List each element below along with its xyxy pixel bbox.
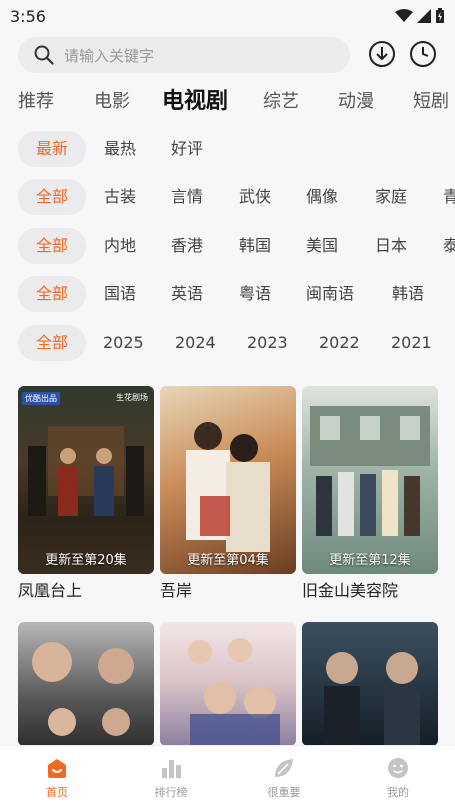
poster-card[interactable] [302,622,438,746]
filter-language-mandarin[interactable]: 国语 [104,276,136,312]
filter-year-all[interactable]: 全部 [18,325,86,361]
poster-image [188,638,280,746]
filter-region-thailand[interactable]: 泰 [443,228,455,264]
episode-badge: 更新至第12集 [329,553,411,568]
face-icon [388,758,408,778]
nav-ranking-label: 排行榜 [154,786,188,799]
poster-card[interactable]: 更新至第12集 [302,386,438,574]
filter-year-2022[interactable]: 2022 [319,325,360,361]
filter-language-english[interactable]: 英语 [171,276,203,312]
poster-image [324,652,420,746]
download-icon [369,41,395,67]
signal-icon [417,9,431,23]
filter-language-cantonese[interactable]: 粤语 [239,276,271,312]
filter-genre-costume[interactable]: 古装 [104,179,136,215]
poster-image [28,426,144,516]
filter-language-minnan[interactable]: 闽南语 [306,276,354,312]
filter-genre-all[interactable]: 全部 [18,179,86,215]
search-row: 请输入关键字 [18,36,438,74]
status-icons [395,8,445,24]
poster-title[interactable]: 吾岸 [160,577,192,601]
poster-title[interactable]: 凤凰台上 [18,577,82,601]
filter-region-japan[interactable]: 日本 [375,228,407,264]
status-bar: 3:56 [0,0,455,32]
filter-language-all[interactable]: 全部 [18,276,86,312]
filter-year-2023[interactable]: 2023 [247,325,288,361]
episode-badge: 更新至第20集 [45,553,127,568]
poster-card[interactable] [18,622,154,746]
poster-image [310,406,430,536]
filter-year-2021[interactable]: 2021 [391,325,432,361]
poster-card[interactable]: 更新至第04集 [160,386,296,574]
nav-important-label: 很重要 [267,786,301,799]
year-filter-row: 全部 2025 2024 2023 2022 2021 [0,325,455,363]
filter-sort-hot[interactable]: 最热 [104,131,136,167]
episode-badge: 更新至第04集 [187,553,269,568]
filter-region-hongkong[interactable]: 香港 [171,228,203,264]
filter-genre-romance[interactable]: 言情 [171,179,203,215]
nav-home-label: 首页 [46,786,68,799]
poster-card[interactable] [160,622,296,746]
download-button[interactable] [367,39,397,69]
filter-region-korea[interactable]: 韩国 [239,228,271,264]
search-placeholder: 请输入关键字 [64,46,155,65]
language-filter-row: 全部 国语 英语 粤语 闽南语 韩语 [0,276,455,314]
poster-title[interactable]: 旧金山美容院 [302,577,398,601]
tab-variety[interactable]: 综艺 [263,84,299,120]
wifi-icon [395,9,413,22]
filter-language-korean[interactable]: 韩语 [392,276,424,312]
clock-icon [410,41,436,67]
poster-image [32,642,134,736]
filter-genre-youth[interactable]: 青 [443,179,455,215]
bottom-nav: 首页 排行榜 很重要 我的 [0,745,455,809]
tab-recommend[interactable]: 推荐 [18,84,54,120]
filter-region-mainland[interactable]: 内地 [104,228,136,264]
region-filter-row: 全部 内地 香港 韩国 美国 日本 泰 [0,228,455,266]
battery-icon [436,8,444,23]
nav-important[interactable]: 很重要 [249,756,319,800]
filter-sort-rating[interactable]: 好评 [171,131,203,167]
tab-tv-series[interactable]: 电视剧 [162,84,228,120]
filter-genre-idol[interactable]: 偶像 [306,179,338,215]
genre-filter-row: 全部 古装 言情 武侠 偶像 家庭 青 [0,179,455,217]
status-time: 3:56 [10,6,46,26]
filter-genre-family[interactable]: 家庭 [375,179,407,215]
filter-genre-wuxia[interactable]: 武侠 [239,179,271,215]
sort-filter-row: 最新 最热 好评 [0,131,455,169]
filter-year-2025[interactable]: 2025 [103,325,144,361]
leaf-icon [275,759,293,777]
nav-ranking[interactable]: 排行榜 [136,756,206,800]
search-icon [34,45,54,65]
home-icon [48,759,66,778]
tab-movie[interactable]: 电影 [94,84,130,120]
filter-region-all[interactable]: 全部 [18,228,86,264]
nav-profile[interactable]: 我的 [363,756,433,800]
search-input[interactable]: 请输入关键字 [18,37,350,73]
filter-year-2024[interactable]: 2024 [175,325,216,361]
bar-chart-icon [162,760,181,778]
filter-region-usa[interactable]: 美国 [306,228,338,264]
nav-profile-label: 我的 [387,786,409,799]
poster-image [186,422,270,552]
tab-anime[interactable]: 动漫 [338,84,374,120]
tab-short-drama[interactable]: 短剧 [413,84,449,120]
filter-sort-latest[interactable]: 最新 [18,131,86,167]
category-tabs: 推荐 电影 电视剧 综艺 动漫 短剧 [0,84,455,120]
nav-home[interactable]: 首页 [22,756,92,800]
poster-card[interactable]: 优酷出品 生花剧场 更新至第20集 [18,386,154,574]
history-button[interactable] [408,39,438,69]
